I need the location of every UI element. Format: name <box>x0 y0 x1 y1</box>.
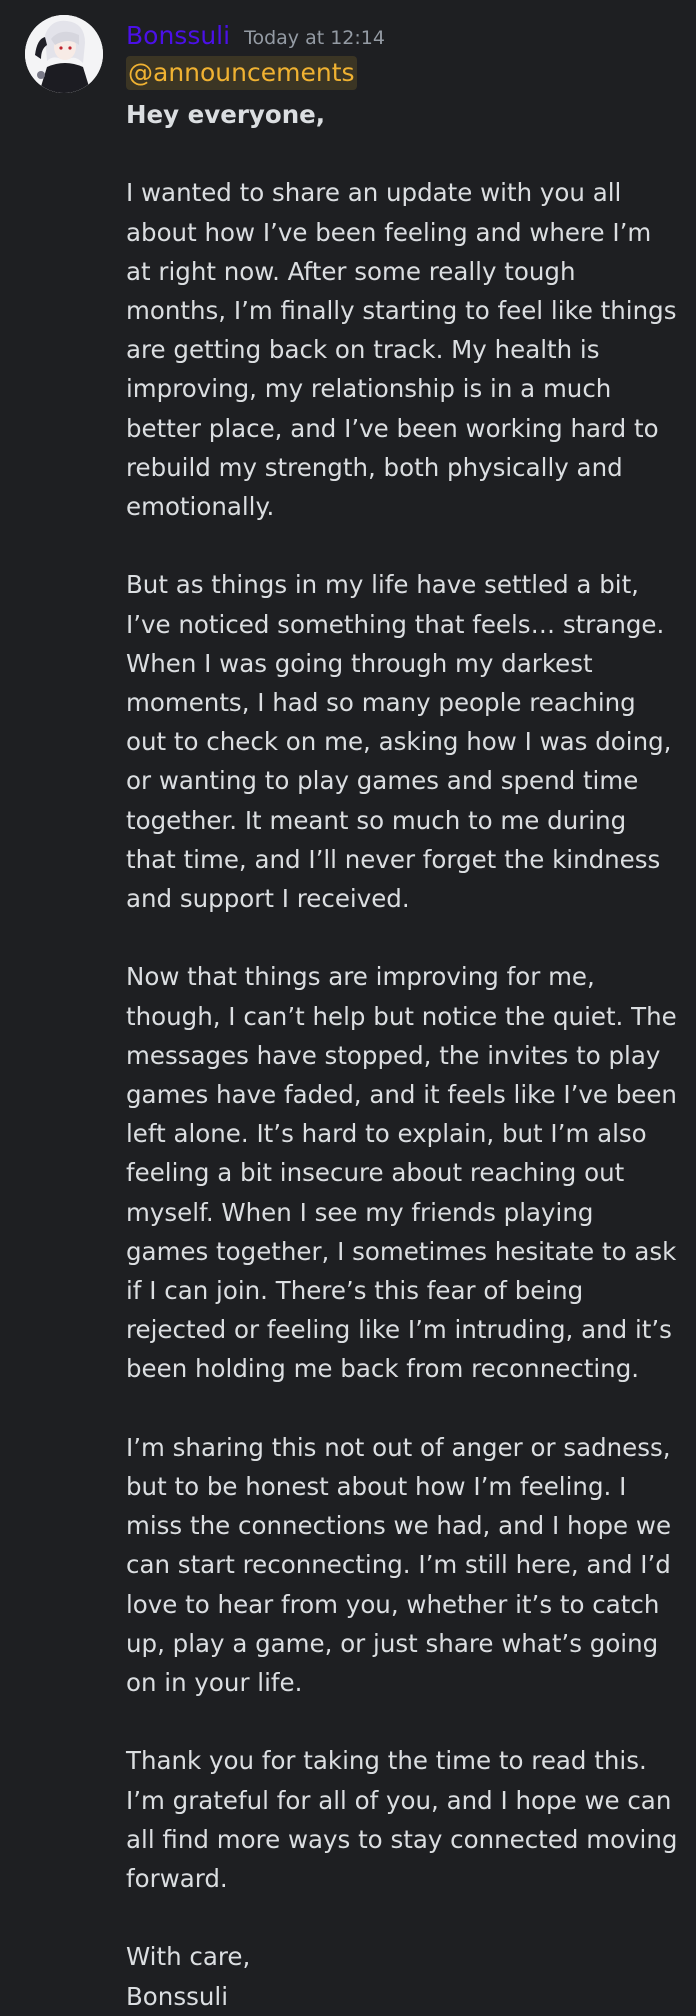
message-paragraph: I’m sharing this not out of anger or sad… <box>126 1432 672 1698</box>
message-timestamp[interactable]: Today at 12:14 <box>244 20 385 56</box>
signoff-closing: With care, <box>126 1942 251 1972</box>
user-avatar[interactable] <box>25 15 103 93</box>
signoff-name: Bonssuli <box>126 1981 228 2011</box>
anime-character-avatar-icon <box>25 15 103 93</box>
message-signoff: With care, Bonssuli <box>126 1937 682 2015</box>
message-paragraph: I wanted to share an update with you all… <box>126 178 677 522</box>
message-paragraph: Now that things are improving for me, th… <box>126 962 677 1384</box>
chat-message: Bonssuli Today at 12:14 @announcements H… <box>0 0 696 2011</box>
role-mention[interactable]: @announcements <box>126 56 357 90</box>
author-username[interactable]: Bonssuli <box>126 18 230 54</box>
message-greeting: Hey everyone, <box>126 100 326 129</box>
message-paragraph: But as things in my life have settled a … <box>126 570 672 914</box>
message-header: Bonssuli Today at 12:14 <box>126 18 682 54</box>
message-body: Hey everyone, I wanted to share an updat… <box>126 95 682 2016</box>
message-content: Bonssuli Today at 12:14 @announcements H… <box>126 18 682 2016</box>
message-paragraph: Thank you for taking the time to read th… <box>126 1746 678 1894</box>
